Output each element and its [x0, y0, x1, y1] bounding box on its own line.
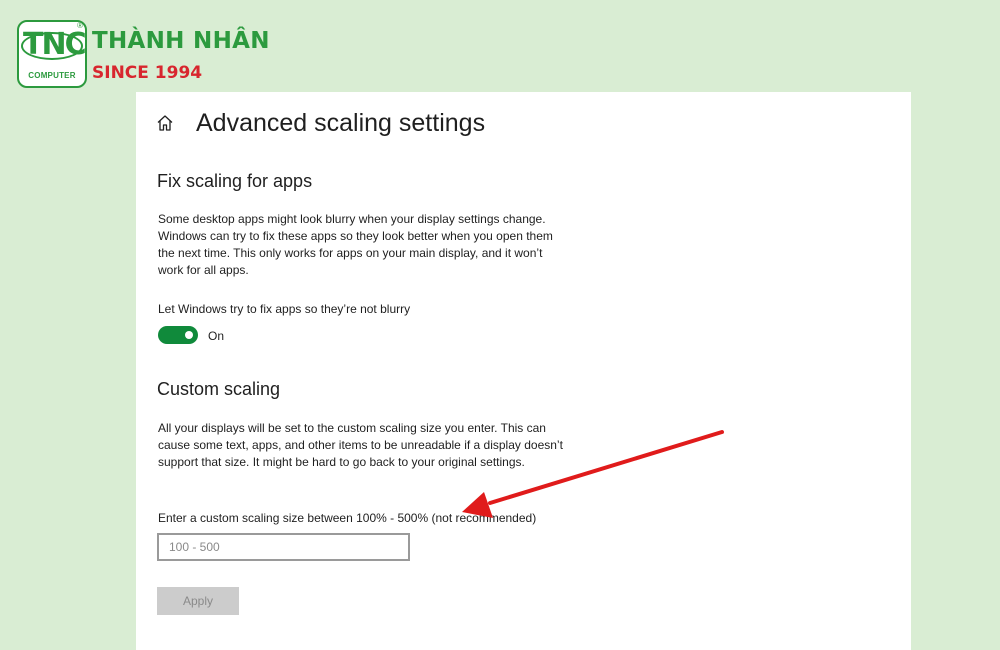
registered-icon: ® [77, 21, 83, 30]
custom-scaling-description: All your displays will be set to the cus… [158, 421, 563, 469]
page-title: Advanced scaling settings [196, 109, 486, 137]
toggle-state-text: On [208, 329, 225, 343]
brand-name: THÀNH NHÂN [92, 28, 270, 54]
logo-mark: TNC [23, 27, 87, 62]
brand-logo: TNC ® COMPUTER [17, 20, 87, 88]
fix-apps-toggle-label: Let Windows try to fix apps so they’re n… [158, 302, 411, 316]
fix-apps-toggle[interactable] [158, 326, 198, 344]
logo-subtitle: COMPUTER [28, 71, 76, 80]
scaling-size-label: Enter a custom scaling size between 100%… [158, 511, 537, 525]
custom-scaling-input[interactable] [157, 533, 410, 561]
fix-scaling-description: Some desktop apps might look blurry when… [158, 212, 553, 277]
fix-scaling-heading: Fix scaling for apps [157, 171, 313, 191]
home-icon[interactable] [156, 114, 174, 132]
toggle-knob [185, 331, 193, 339]
brand-since: SINCE 1994 [92, 63, 203, 83]
settings-panel: Advanced scaling settings Fix scaling fo… [136, 92, 911, 650]
apply-button[interactable]: Apply [157, 587, 239, 615]
custom-scaling-heading: Custom scaling [157, 379, 281, 399]
